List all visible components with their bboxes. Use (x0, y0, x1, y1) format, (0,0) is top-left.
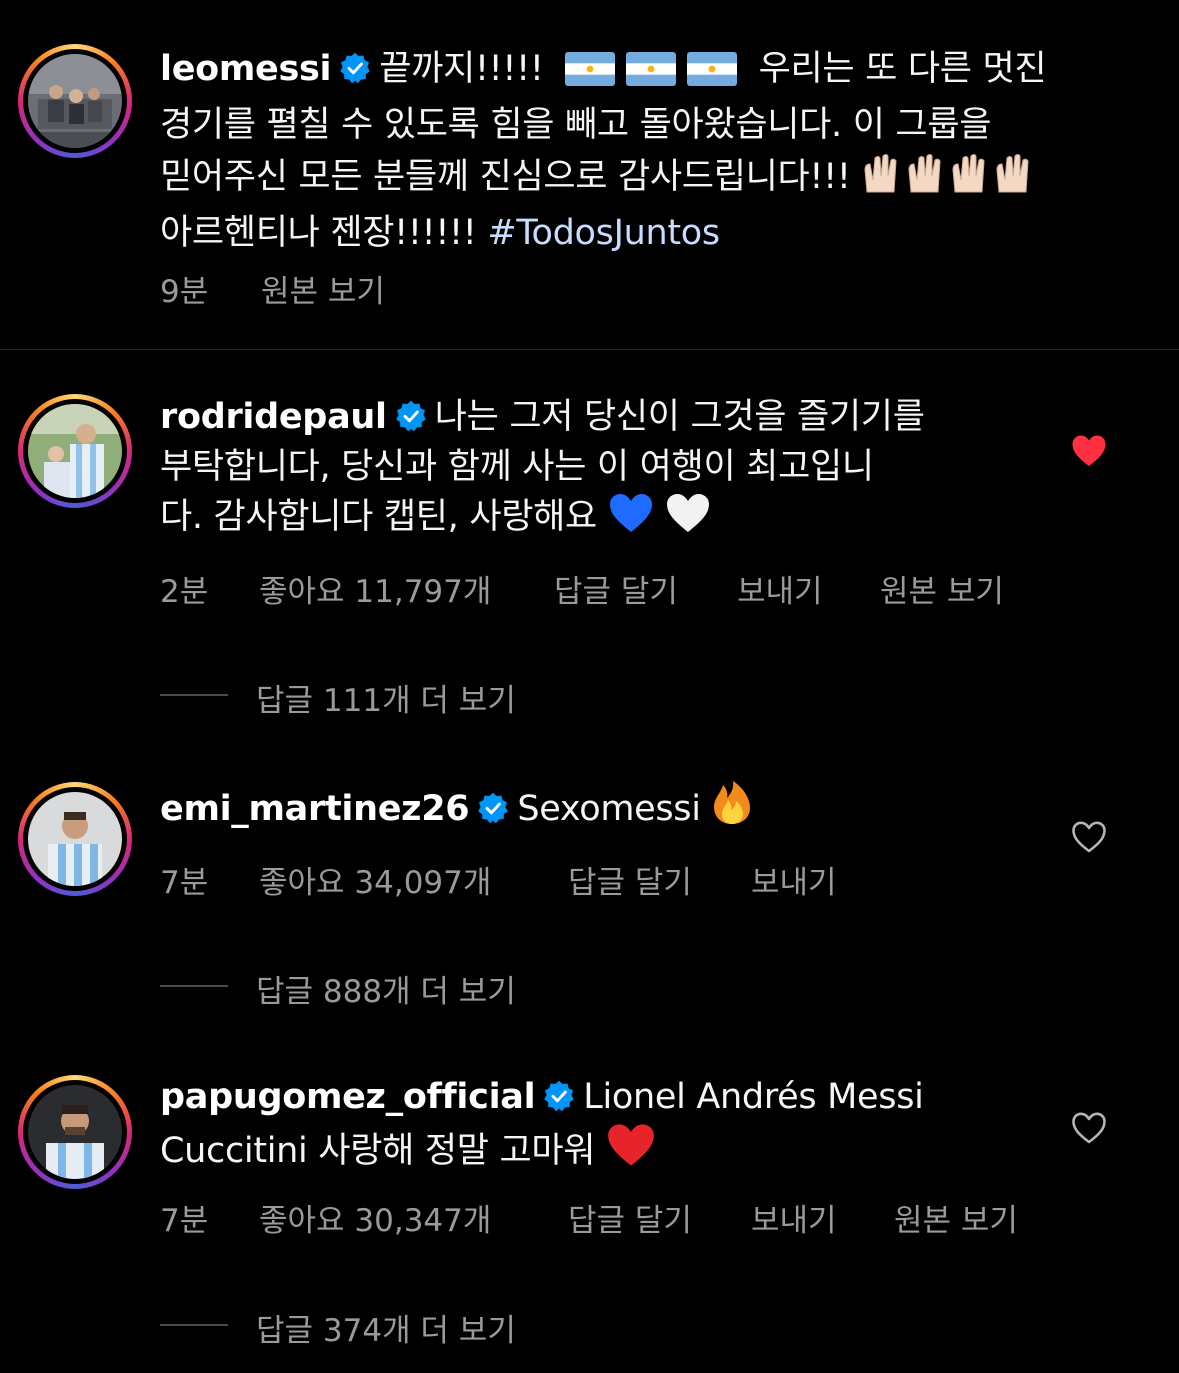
verified-badge-icon (340, 52, 371, 84)
send-button[interactable]: 보내기 (751, 857, 837, 902)
avatar-photo-icon (28, 792, 122, 886)
argentina-flag-icon (626, 50, 677, 100)
caption-text-part1: 끝까지!!!!! (379, 49, 544, 89)
comment-line2: Cuccitini 사랑해 정말 고마워 (160, 1131, 596, 1171)
see-translation-button[interactable]: 원본 보기 (894, 1195, 1018, 1240)
replies-line (160, 1324, 228, 1326)
avatar-rodridepaul[interactable] (18, 394, 132, 508)
avatar-leomessi[interactable] (18, 44, 132, 158)
likes-count-button[interactable]: 좋아요 11,797개 (259, 566, 491, 611)
comment-time: 7분 (160, 865, 209, 901)
caption-line3: 믿어주신 모든 분들께 진심으로 감사드립니다!!! (160, 157, 851, 197)
raised-hands-icon (861, 150, 1037, 208)
caption-username[interactable]: leomessi (160, 49, 332, 89)
heart-outline-icon[interactable] (1071, 1111, 1107, 1145)
reply-button[interactable]: 답글 달기 (568, 857, 692, 902)
send-button[interactable]: 보내기 (751, 1195, 837, 1240)
reply-button[interactable]: 답글 달기 (554, 566, 678, 611)
likes-count-button[interactable]: 좋아요 30,347개 (259, 1195, 491, 1240)
verified-badge-icon (544, 1080, 575, 1112)
replies-line (160, 985, 228, 987)
avatar-papugomez-official[interactable] (18, 1075, 132, 1189)
divider (0, 349, 1179, 350)
see-translation-button[interactable]: 원본 보기 (880, 566, 1004, 611)
post-caption: leomessi 끝까지!!!!! 우리는 또 다른 멋진 경기를 펼칠 수 있도… (0, 0, 1179, 349)
comment-line2: 부탁합니다, 당신과 함께 사는 이 여행이 최고입니 (160, 447, 874, 487)
caption-time: 9분 (160, 274, 209, 310)
comment-line1: Lionel Andrés Messi (583, 1077, 924, 1117)
caption-line4: 아르헨티나 젠장!!!!!! (160, 213, 477, 253)
avatar-photo-icon (28, 54, 122, 148)
heart-outline-icon[interactable] (1071, 820, 1107, 854)
comment-line1: 나는 그저 당신이 그것을 즐기기를 (434, 397, 925, 437)
replies-line (160, 694, 228, 696)
blue-heart-icon (608, 492, 654, 548)
comment-username[interactable]: rodridepaul (160, 397, 387, 437)
likes-count-button[interactable]: 좋아요 34,097개 (259, 857, 491, 902)
send-button[interactable]: 보내기 (737, 566, 823, 611)
comment-text: papugomez_official Lionel Andrés Messi Cu… (160, 1072, 1020, 1182)
comment-time: 2분 (160, 574, 209, 610)
hashtag-link[interactable]: #TodosJuntos (487, 213, 720, 253)
white-heart-icon (665, 492, 711, 548)
caption-text: leomessi 끝까지!!!!! 우리는 또 다른 멋진 경기를 펼칠 수 있도… (160, 44, 1120, 258)
avatar-emi-martinez26[interactable] (18, 782, 132, 896)
comment-line1: Sexomessi (517, 789, 701, 829)
view-replies-label: 답글 888개 더 보기 (256, 974, 516, 1010)
comment-text: emi_martinez26 Sexomessi (160, 780, 1020, 840)
comment-text: rodridepaul 나는 그저 당신이 그것을 즐기기를 부탁합니다, 당신과… (160, 392, 1020, 548)
heart-filled-icon[interactable] (1071, 434, 1107, 468)
argentina-flag-icon (565, 50, 616, 100)
avatar-photo-icon (28, 1085, 122, 1179)
fire-icon (711, 780, 753, 840)
comment-line3: 다. 감사합니다 캡틴, 사랑해요 (160, 497, 597, 537)
caption-line2: 경기를 펼칠 수 있도록 힘을 빼고 돌아왔습니다. 이 그룹을 (160, 105, 992, 145)
comment-username[interactable]: papugomez_official (160, 1077, 536, 1117)
red-heart-icon (606, 1122, 656, 1182)
comment-time: 7분 (160, 1203, 209, 1239)
view-replies-label: 답글 111개 더 보기 (256, 683, 516, 719)
reply-button[interactable]: 답글 달기 (568, 1195, 692, 1240)
view-replies-label: 답글 374개 더 보기 (256, 1313, 516, 1349)
see-translation-button[interactable]: 원본 보기 (261, 266, 385, 311)
argentina-flag-icon (686, 50, 737, 100)
comment-username[interactable]: emi_martinez26 (160, 789, 470, 829)
verified-badge-icon (395, 400, 426, 432)
verified-badge-icon (478, 792, 509, 824)
caption-text-part2: 우리는 또 다른 멋진 (758, 49, 1047, 89)
avatar-photo-icon (28, 404, 122, 498)
